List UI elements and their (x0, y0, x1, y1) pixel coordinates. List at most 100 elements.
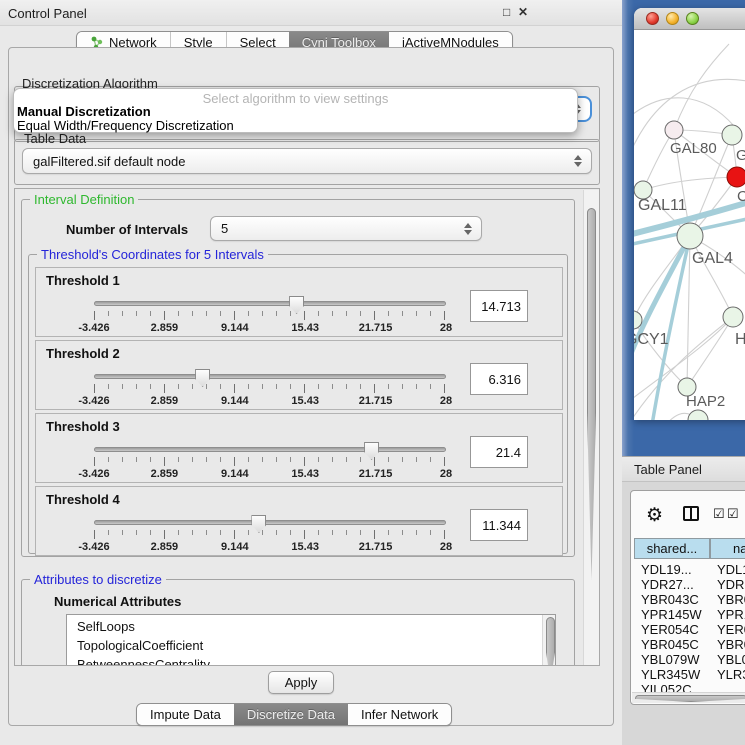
threshold-4-value-field[interactable]: 11.344 (470, 509, 528, 541)
table-horizontal-scrollbar[interactable] (632, 692, 745, 703)
node-label-h: H (735, 331, 745, 349)
table-row: YPR145WYPR1 (641, 607, 702, 622)
attributes-group: Attributes to discretize Numerical Attri… (21, 579, 575, 666)
column-header-shared-name[interactable]: shared... (634, 538, 710, 559)
table-row: YBR043CYBR0 (641, 592, 699, 607)
slider-track[interactable] (94, 447, 446, 452)
tab-discretize-data-label: Discretize Data (247, 707, 335, 722)
tick-label: 28 (440, 468, 452, 480)
threshold-1-value-field[interactable]: 14.713 (470, 290, 528, 322)
close-traffic-light-icon[interactable] (646, 12, 659, 25)
tick-label: 21.715 (359, 395, 393, 407)
node-table: ⚙ ☑ ☑ shared... na YDL19...YDL1 YDR27...… (630, 490, 745, 705)
tick-label: -3.426 (78, 541, 109, 553)
thresholds-group: Threshold's Coordinates for 5 Intervals … (28, 254, 568, 554)
node-label-hap2: HAP2 (686, 393, 725, 410)
list-item-selfloops[interactable]: SelfLoops (67, 615, 555, 636)
table-data-combo[interactable]: galFiltered.sif default node (22, 148, 592, 174)
tab-impute-data[interactable]: Impute Data (137, 704, 234, 725)
network-view-window: GAL80 G C GAL11 GAL4 GCY1 H HAP2 (634, 8, 745, 420)
tick-label: 15.43 (291, 468, 319, 480)
threshold-4-panel: Threshold 4 -3.426 2.859 9.144 15.43 21.… (35, 486, 563, 556)
number-of-intervals-combo[interactable]: 5 (210, 216, 482, 241)
node-label-c: C (737, 188, 745, 205)
interval-definition-group: Interval Definition Number of Intervals … (21, 199, 575, 557)
app-root: Control Panel □ ✕ Network Style Select (0, 0, 745, 745)
node-h[interactable] (723, 307, 743, 327)
threshold-4-label: Threshold 4 (46, 492, 120, 507)
tab-discretize-data[interactable]: Discretize Data (234, 704, 348, 725)
dropdown-item-equal-width-frequency[interactable]: Equal Width/Frequency Discretization (17, 118, 234, 133)
algorithm-dropdown-popup: Select algorithm to view settings Manual… (13, 88, 578, 133)
tick-label: 2.859 (151, 468, 179, 480)
table-row: YBR045CYBR0 (641, 637, 699, 652)
slider-major-ticks (94, 384, 445, 393)
threshold-1-label: Threshold 1 (46, 273, 120, 288)
node-bottom[interactable] (688, 410, 708, 420)
tick-label: 21.715 (359, 322, 393, 334)
network-canvas[interactable]: GAL80 G C GAL11 GAL4 GCY1 H HAP2 (634, 30, 745, 420)
slider-track[interactable] (94, 520, 446, 525)
threshold-3-slider: -3.426 2.859 9.144 15.43 21.715 28 (94, 442, 446, 482)
control-panel-titlebar: Control Panel □ ✕ (0, 0, 622, 26)
tick-label: 9.144 (221, 322, 249, 334)
combo-arrows-icon (464, 223, 472, 235)
settings-scroll-area: Interval Definition Number of Intervals … (14, 188, 600, 666)
numerical-attributes-label: Numerical Attributes (54, 594, 181, 609)
node-gal80[interactable] (665, 121, 683, 139)
node-label-gal11: GAL11 (638, 197, 687, 215)
dropdown-item-manual-discretization[interactable]: Manual Discretization (17, 104, 151, 119)
column-header-name[interactable]: na (710, 538, 745, 559)
table-panel-title: Table Panel (634, 462, 702, 477)
threshold-2-value-field[interactable]: 6.316 (470, 363, 528, 395)
threshold-3-label: Threshold 3 (46, 419, 120, 434)
tab-infer-network[interactable]: Infer Network (348, 704, 451, 725)
numerical-attributes-list: SelfLoops TopologicalCoefficient Between… (66, 614, 556, 666)
close-window-icon[interactable]: ✕ (518, 5, 528, 19)
checkbox-checked-icon[interactable]: ☑ (713, 506, 725, 522)
list-item-betweennesscentrality[interactable]: BetweennessCentrality (67, 655, 555, 666)
slider-track[interactable] (94, 374, 446, 379)
minimize-traffic-light-icon[interactable] (666, 12, 679, 25)
slider-major-ticks (94, 311, 445, 320)
network-window-titlebar[interactable] (634, 8, 745, 30)
threshold-2-panel: Threshold 2 -3.426 2.859 9.144 15.43 21.… (35, 340, 563, 410)
tick-label: -3.426 (78, 468, 109, 480)
tick-label: 21.715 (359, 468, 393, 480)
tick-label: 9.144 (221, 541, 249, 553)
zoom-traffic-light-icon[interactable] (686, 12, 699, 25)
node-label-gal80: GAL80 (670, 140, 717, 157)
threshold-3-value-field[interactable]: 21.4 (470, 436, 528, 468)
threshold-2-slider: -3.426 2.859 9.144 15.43 21.715 28 (94, 369, 446, 409)
slider-major-ticks (94, 530, 445, 539)
tick-label: 28 (440, 395, 452, 407)
table-row: YLR345WYLR3 (641, 667, 700, 682)
apply-button[interactable]: Apply (268, 671, 334, 694)
slider-track[interactable] (94, 301, 446, 306)
split-table-icon[interactable] (683, 506, 699, 521)
control-panel-title: Control Panel (8, 6, 87, 21)
threshold-1-slider: -3.426 2.859 9.144 15.43 21.715 28 (94, 296, 446, 336)
table-row: YIL052CYIL0 (641, 682, 692, 692)
tick-label: 28 (440, 541, 452, 553)
interval-definition-title: Interval Definition (30, 192, 138, 207)
float-window-icon[interactable]: □ (503, 5, 510, 19)
thresholds-group-title: Threshold's Coordinates for 5 Intervals (37, 247, 268, 262)
attributes-group-title: Attributes to discretize (30, 572, 166, 587)
node-gal4[interactable] (677, 223, 703, 249)
attributes-list-scrollbar[interactable] (542, 615, 555, 666)
threshold-2-label: Threshold 2 (46, 346, 120, 361)
list-item-topologicalcoefficient[interactable]: TopologicalCoefficient (67, 636, 555, 655)
checkbox-checked-icon[interactable]: ☑ (727, 506, 739, 522)
tick-label: 2.859 (151, 322, 179, 334)
tick-label: 15.43 (291, 322, 319, 334)
tab-impute-data-label: Impute Data (150, 707, 221, 722)
settings-scrollbar[interactable] (583, 190, 599, 666)
tick-label: 9.144 (221, 468, 249, 480)
gear-icon[interactable]: ⚙ (646, 504, 663, 527)
node-red-selected[interactable] (727, 167, 745, 187)
tick-label: 15.43 (291, 541, 319, 553)
node-g[interactable] (722, 125, 742, 145)
slider-major-ticks (94, 457, 445, 466)
tick-label: 21.715 (359, 541, 393, 553)
